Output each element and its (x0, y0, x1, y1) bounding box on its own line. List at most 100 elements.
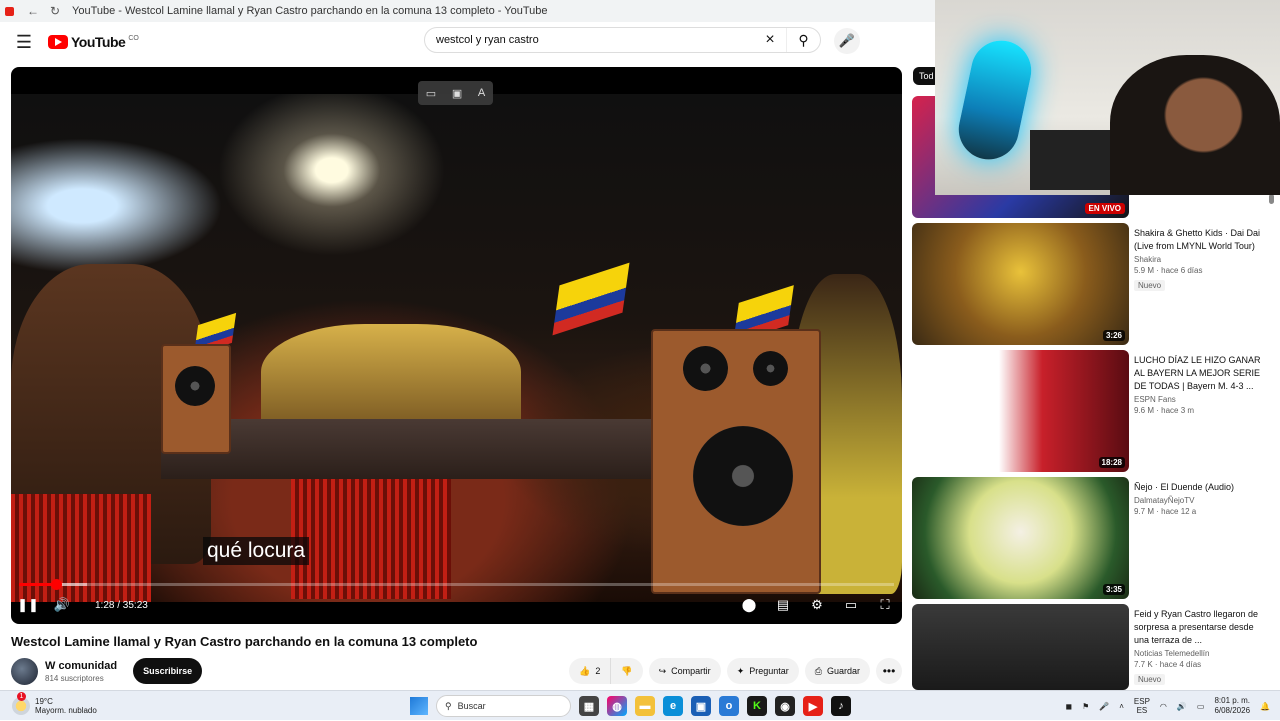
progress-bar[interactable] (19, 579, 894, 590)
list-item[interactable]: 3:26 Shakira & Ghetto Kids · Dai Dai (Li… (912, 223, 1272, 345)
task-view-icon[interactable]: ▦ (579, 696, 599, 716)
tiktok-icon[interactable]: ♪ (831, 696, 851, 716)
youtube-logo[interactable]: YouTube CO (48, 34, 139, 50)
bookmark-icon: ⎙ (814, 665, 822, 676)
pip-tool-icon[interactable]: ▣ (452, 87, 462, 100)
duration-badge: 3:26 (1102, 330, 1125, 341)
red-crates (291, 479, 451, 599)
battery-icon[interactable]: ▭ (1197, 702, 1205, 711)
weather-widget[interactable]: 19°C Mayorm. nublado (12, 691, 97, 715)
sidebar-scrollbar[interactable] (1268, 190, 1276, 690)
windows-start-icon[interactable] (410, 697, 428, 715)
tray-flag-icon[interactable]: ⚑ (1082, 702, 1089, 711)
list-item[interactable]: 3:35 Ñejo · El Duende (Audio) DalmatayÑe… (912, 477, 1272, 599)
video-title[interactable]: Shakira & Ghetto Kids · Dai Dai (Live fr… (1134, 227, 1264, 253)
channel-name[interactable]: Shakira (1134, 255, 1264, 264)
video-title[interactable]: LUCHO DÍAZ LE HIZO GANAR AL BAYERN LA ME… (1134, 354, 1264, 393)
video-thumbnail[interactable]: 3:35 (912, 477, 1129, 599)
share-icon: ↪ (658, 665, 667, 676)
view-stats: 9.6 M · hace 3 m (1134, 406, 1195, 415)
channel-row: W comunidad 814 suscriptores Suscribirse… (11, 656, 902, 686)
file-explorer-icon[interactable]: ▬ (635, 696, 655, 716)
search-box[interactable]: westcol y ryan castro × ⚲ (424, 27, 821, 53)
share-button[interactable]: ↪ Compartir (648, 658, 721, 684)
like-button[interactable]: 👍 2 (569, 658, 612, 684)
clock-time: 8:01 p. m. (1214, 696, 1251, 705)
obs-icon[interactable]: ◉ (775, 696, 795, 716)
colombia-flag (552, 262, 630, 336)
view-stats: 5.9 M · hace 6 días (1134, 266, 1203, 275)
channel-name[interactable]: Noticias Telemedellín (1134, 649, 1264, 658)
caption-text: qué locura (203, 537, 310, 565)
more-actions-icon[interactable]: ••• (876, 658, 902, 684)
taskbar-search[interactable]: ⚲ Buscar (436, 695, 571, 717)
video-thumbnail[interactable] (912, 604, 1129, 690)
ask-button[interactable]: ✦ Preguntar (726, 658, 799, 684)
video-player[interactable]: ▭ ▣ A qué locura ❚❚ 🔊 1:28 / 35:23 ⬤ ▤ ⚙… (11, 67, 902, 624)
language-top: ESP (1133, 697, 1150, 706)
country-code: CO (128, 34, 139, 42)
channel-name[interactable]: W comunidad (45, 660, 117, 672)
speaker-right (651, 329, 821, 594)
dislike-button[interactable]: 👎 (611, 658, 643, 684)
channel-avatar[interactable] (11, 657, 38, 685)
language-indicator[interactable]: ESP ES (1134, 697, 1150, 715)
chevron-up-icon[interactable]: ˄ (1119, 702, 1124, 711)
translate-tool-icon[interactable]: A (478, 87, 485, 99)
scrubber-knob[interactable] (50, 579, 62, 590)
share-label: Compartir (671, 666, 711, 676)
search-input[interactable]: westcol y ryan castro (436, 34, 754, 46)
tray-app-icon[interactable]: ◼ (1065, 702, 1072, 711)
new-badge: Nuevo (1134, 280, 1166, 291)
save-button[interactable]: ⎙ Guardar (804, 658, 870, 684)
video-tools-overlay[interactable]: ▭ ▣ A (418, 81, 493, 105)
tab-title: YouTube - Westcol Lamine llamal y Ryan C… (72, 5, 548, 17)
notification-bell-icon[interactable]: 🔔 (1260, 702, 1270, 711)
wifi-icon[interactable]: ◠ (1160, 702, 1167, 711)
sparkle-icon: ✦ (736, 665, 745, 676)
outlook-icon[interactable]: o (719, 696, 739, 716)
captions-icon[interactable]: ▤ (766, 597, 800, 613)
clock[interactable]: 8:01 p. m. 6/08/2026 (1214, 696, 1250, 716)
taskbar-search-placeholder: Buscar (457, 701, 486, 711)
fullscreen-icon[interactable]: ⛶ (868, 597, 902, 613)
thumbs-down-icon: 👎 (621, 665, 633, 676)
player-controls: ❚❚ 🔊 1:28 / 35:23 ⬤ ▤ ⚙ ▭ ⛶ (11, 594, 902, 616)
hamburger-menu-icon[interactable]: ☰ (0, 32, 48, 53)
screenshot-tool-icon[interactable]: ▭ (426, 87, 436, 100)
pause-icon[interactable]: ❚❚ (11, 597, 45, 613)
search-icon[interactable]: ⚲ (786, 28, 820, 52)
theater-mode-icon[interactable]: ▭ (834, 597, 868, 613)
video-title[interactable]: Ñejo · El Duende (Audio) (1134, 481, 1264, 494)
volume-icon[interactable]: 🔊 (45, 597, 79, 613)
video-title[interactable]: Feid y Ryan Castro llegaron de sorpresa … (1134, 608, 1264, 647)
settings-gear-icon[interactable]: ⚙ (800, 597, 834, 613)
search-icon: ⚲ (445, 700, 452, 711)
list-item[interactable]: 18:28 LUCHO DÍAZ LE HIZO GANAR AL BAYERN… (912, 350, 1272, 472)
back-arrow-icon[interactable]: ← (22, 4, 44, 18)
volume-icon[interactable]: 🔊 (1177, 702, 1187, 711)
store-icon[interactable]: ▣ (691, 696, 711, 716)
video-thumbnail[interactable]: 3:26 (912, 223, 1129, 345)
subscribe-button[interactable]: Suscribirse (133, 658, 203, 684)
tray-mic-icon[interactable]: 🎤 (1099, 702, 1109, 711)
channel-name[interactable]: ESPN Fans (1134, 395, 1264, 404)
autoplay-toggle-icon[interactable]: ⬤ (732, 597, 766, 613)
kick-icon[interactable]: K (747, 696, 767, 716)
list-item[interactable]: Feid y Ryan Castro llegaron de sorpresa … (912, 604, 1272, 690)
copilot-icon[interactable]: ◍ (607, 696, 627, 716)
channel-name[interactable]: DalmatayÑejoTV (1134, 496, 1264, 505)
video-thumbnail[interactable]: 18:28 (912, 350, 1129, 472)
microphone-icon[interactable]: 🎤 (834, 28, 860, 54)
youtube-app-icon[interactable]: ▶ (803, 696, 823, 716)
weather-condition: Mayorm. nublado (35, 705, 97, 715)
reload-icon[interactable]: ↻ (44, 4, 66, 18)
browser-titlebar: ← ↻ YouTube - Westcol Lamine llamal y Ry… (0, 0, 935, 22)
new-badge: Nuevo (1134, 674, 1166, 685)
streamer (1110, 55, 1280, 195)
clear-search-icon[interactable]: × (754, 31, 786, 49)
duration-badge: 18:28 (1098, 457, 1125, 468)
edge-icon[interactable]: e (663, 696, 683, 716)
video-frame (11, 94, 902, 602)
subscriber-count: 814 suscriptores (45, 673, 104, 683)
